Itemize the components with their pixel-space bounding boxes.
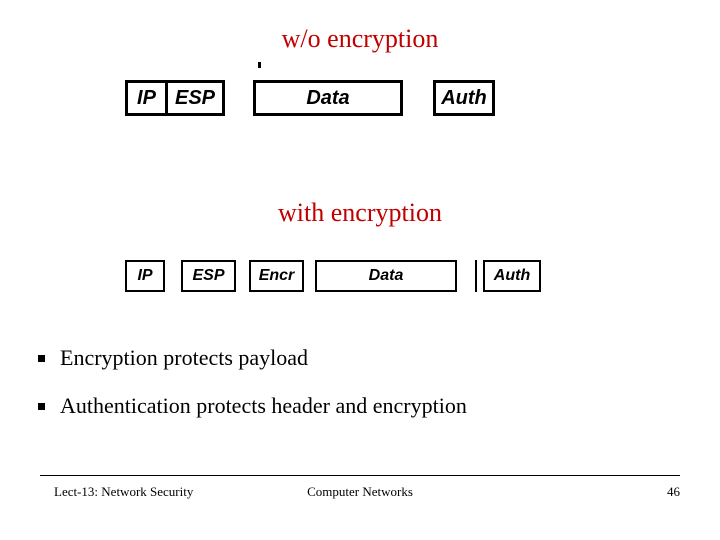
bullet-list: Encryption protects payload Authenticati… [38, 343, 678, 438]
bullet-item: Encryption protects payload [38, 343, 678, 373]
heading-with-encryption: with encryption [0, 198, 720, 228]
footer-rule [40, 475, 680, 476]
bullet-item: Authentication protects header and encry… [38, 391, 678, 421]
field-ip: IP [125, 260, 165, 292]
field-esp: ESP [181, 260, 236, 292]
field-auth: Auth [433, 80, 495, 116]
field-data: Data [253, 80, 403, 116]
field-esp: ESP [165, 80, 225, 116]
heading-without-encryption: w/o encryption [0, 24, 720, 54]
tick-mark [258, 62, 261, 68]
footer-right: 46 [667, 484, 680, 500]
field-auth: Auth [483, 260, 541, 292]
field-encr: Encr [249, 260, 304, 292]
footer-center: Computer Networks [0, 484, 720, 500]
field-data: Data [315, 260, 457, 292]
field-ip: IP [125, 80, 165, 116]
separator [475, 260, 477, 292]
